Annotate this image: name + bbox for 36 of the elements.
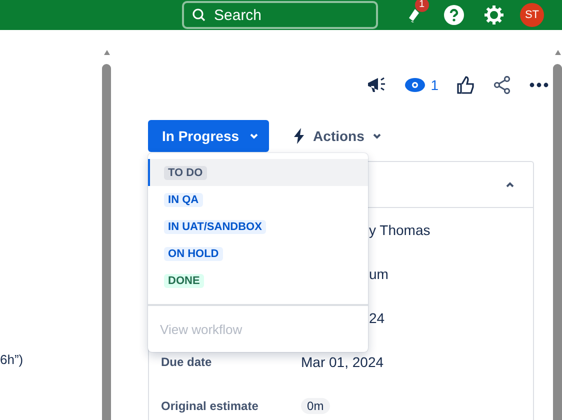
user-avatar[interactable]: ST <box>520 3 544 27</box>
field-label: Original estimate <box>161 399 260 413</box>
status-option[interactable]: TO DO <box>148 159 368 186</box>
field-value: 24 <box>369 310 385 326</box>
settings-icon[interactable] <box>484 5 504 25</box>
thumbs-up-icon[interactable] <box>456 76 475 94</box>
field-value: Mar 01, 2024 <box>301 354 384 370</box>
lightning-icon <box>293 128 306 144</box>
field-value: um <box>369 266 388 282</box>
status-option[interactable]: IN QA <box>148 186 368 213</box>
scroll-up-arrow[interactable] <box>104 50 110 55</box>
status-option[interactable]: ON HOLD <box>148 240 368 267</box>
search-field[interactable]: Search <box>182 1 378 29</box>
eye-icon[interactable] <box>404 78 425 92</box>
status-option[interactable]: DONE <box>148 267 368 294</box>
scroll-up-arrow[interactable] <box>554 50 561 55</box>
chevron-up-icon[interactable] <box>504 180 515 190</box>
field-value: y Thomas <box>369 222 430 238</box>
search-placeholder: Search <box>214 6 262 24</box>
status-dropdown-button[interactable]: In Progress <box>148 120 270 152</box>
notification-badge: 1 <box>415 0 429 12</box>
search-icon <box>192 8 206 22</box>
chevron-down-icon <box>372 131 382 141</box>
field-label: Due date <box>161 355 213 369</box>
more-icon[interactable] <box>528 82 549 88</box>
actions-button[interactable]: Actions <box>287 127 388 145</box>
estimate-value: 0m <box>301 398 330 414</box>
status-option[interactable]: IN UAT/SANDBOX <box>148 213 368 240</box>
scrollbar-thumb[interactable] <box>102 64 112 420</box>
chevron-down-icon <box>249 131 260 141</box>
share-icon[interactable] <box>492 76 511 94</box>
scrollbar-thumb[interactable] <box>552 64 562 420</box>
watcher-count: 1 <box>430 77 439 93</box>
help-icon[interactable] <box>444 5 464 25</box>
description-text: 6h”) <box>0 352 24 367</box>
megaphone-icon[interactable] <box>366 76 387 94</box>
